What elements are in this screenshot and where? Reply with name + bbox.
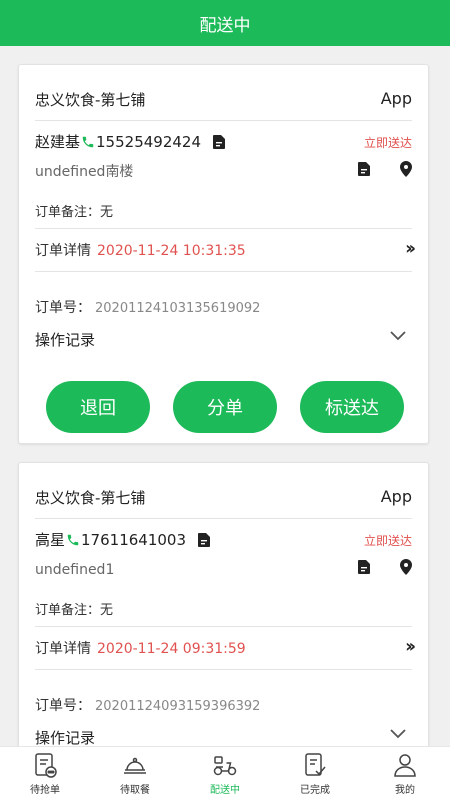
phone-icon[interactable] bbox=[81, 135, 95, 149]
document-icon[interactable] bbox=[358, 560, 370, 574]
customer-name: 赵建基 bbox=[35, 133, 81, 151]
order-source: App bbox=[380, 89, 412, 108]
customer-name: 高星 bbox=[35, 531, 66, 549]
detail-label: 订单详情 bbox=[35, 243, 91, 259]
double-chevron-right-icon[interactable]: ›› bbox=[405, 238, 416, 259]
urgency-badge: 立即送达 bbox=[363, 534, 412, 548]
order-number: 20201124103135619092 bbox=[95, 301, 261, 316]
user-icon bbox=[394, 754, 416, 777]
order-time: 2020-11-24 10:31:35 bbox=[97, 243, 246, 259]
customer-phone[interactable]: 17611641003 bbox=[81, 531, 186, 549]
checklist-icon bbox=[305, 753, 326, 776]
note-value: 无 bbox=[100, 205, 114, 220]
tab-pending-grab[interactable]: 待抢单 bbox=[0, 747, 90, 800]
location-pin-icon[interactable] bbox=[400, 559, 412, 575]
tab-label: 待抢单 bbox=[30, 785, 60, 796]
operation-log-label: 操作记录 bbox=[35, 331, 96, 349]
delivery-address: undefined1 bbox=[35, 562, 115, 578]
order-card: 忠义饮食-第七铺 App 赵建基 15525492424 立即送达 undefi… bbox=[18, 64, 429, 444]
return-button[interactable]: 退回 bbox=[46, 381, 150, 433]
order-detail-row[interactable]: 订单详情 2020-11-24 09:31:59 ›› bbox=[35, 636, 416, 658]
tab-completed[interactable]: 已完成 bbox=[270, 747, 360, 800]
split-order-button[interactable]: 分单 bbox=[173, 381, 277, 433]
customer-phone[interactable]: 15525492424 bbox=[96, 133, 201, 151]
divider bbox=[35, 120, 412, 121]
order-card: 忠义饮食-第七铺 App 高星 17611641003 立即送达 undefin… bbox=[18, 462, 429, 746]
order-source: App bbox=[380, 487, 412, 506]
note-label: 订单备注： bbox=[35, 603, 101, 618]
divider bbox=[35, 228, 412, 229]
tab-delivering[interactable]: 配送中 bbox=[180, 747, 270, 800]
tab-pending-pickup[interactable]: 待取餐 bbox=[90, 747, 180, 800]
document-icon[interactable] bbox=[358, 162, 370, 176]
operation-log-toggle[interactable]: 操作记录 bbox=[35, 329, 412, 349]
document-icon[interactable] bbox=[198, 532, 210, 547]
order-time: 2020-11-24 09:31:59 bbox=[97, 641, 246, 657]
phone-icon[interactable] bbox=[66, 533, 80, 547]
order-detail-row[interactable]: 订单详情 2020-11-24 10:31:35 ›› bbox=[35, 238, 416, 260]
order-number: 20201124093159396392 bbox=[95, 699, 261, 714]
detail-label: 订单详情 bbox=[35, 641, 91, 657]
mark-delivered-button[interactable]: 标送达 bbox=[300, 381, 404, 433]
divider bbox=[35, 271, 412, 272]
document-icon[interactable] bbox=[213, 134, 225, 149]
location-pin-icon[interactable] bbox=[400, 161, 412, 177]
shop-name: 忠义饮食-第七铺 bbox=[35, 489, 146, 507]
operation-log-toggle[interactable]: 操作记录 bbox=[35, 727, 412, 746]
double-chevron-right-icon[interactable]: ›› bbox=[405, 636, 416, 657]
operation-log-label: 操作记录 bbox=[35, 729, 96, 746]
order-list[interactable]: 忠义饮食-第七铺 App 赵建基 15525492424 立即送达 undefi… bbox=[0, 46, 450, 746]
divider bbox=[35, 669, 412, 670]
tab-label: 我的 bbox=[395, 785, 415, 796]
tab-label: 已完成 bbox=[300, 785, 330, 796]
delivery-address: undefined南楼 bbox=[35, 164, 134, 180]
note-value: 无 bbox=[100, 603, 114, 618]
note-label: 订单备注： bbox=[35, 205, 101, 220]
divider bbox=[35, 518, 412, 519]
tab-mine[interactable]: 我的 bbox=[360, 747, 450, 800]
clipboard-icon bbox=[35, 753, 57, 778]
chevron-down-icon[interactable] bbox=[390, 331, 406, 341]
page-title: 配送中 bbox=[199, 15, 251, 36]
scooter-icon bbox=[213, 756, 237, 776]
shop-name: 忠义饮食-第七铺 bbox=[35, 91, 146, 109]
page-header: 配送中 bbox=[0, 0, 450, 46]
urgency-badge: 立即送达 bbox=[363, 136, 412, 150]
chevron-down-icon[interactable] bbox=[390, 729, 406, 739]
food-cloche-icon bbox=[124, 757, 146, 774]
bottom-tab-bar: 待抢单 待取餐 配送中 已完成 我的 bbox=[0, 746, 450, 800]
divider bbox=[35, 626, 412, 627]
order-number-label: 订单号： bbox=[35, 300, 91, 316]
tab-label: 待取餐 bbox=[120, 785, 150, 796]
tab-label: 配送中 bbox=[210, 785, 240, 796]
order-number-label: 订单号： bbox=[35, 698, 91, 714]
